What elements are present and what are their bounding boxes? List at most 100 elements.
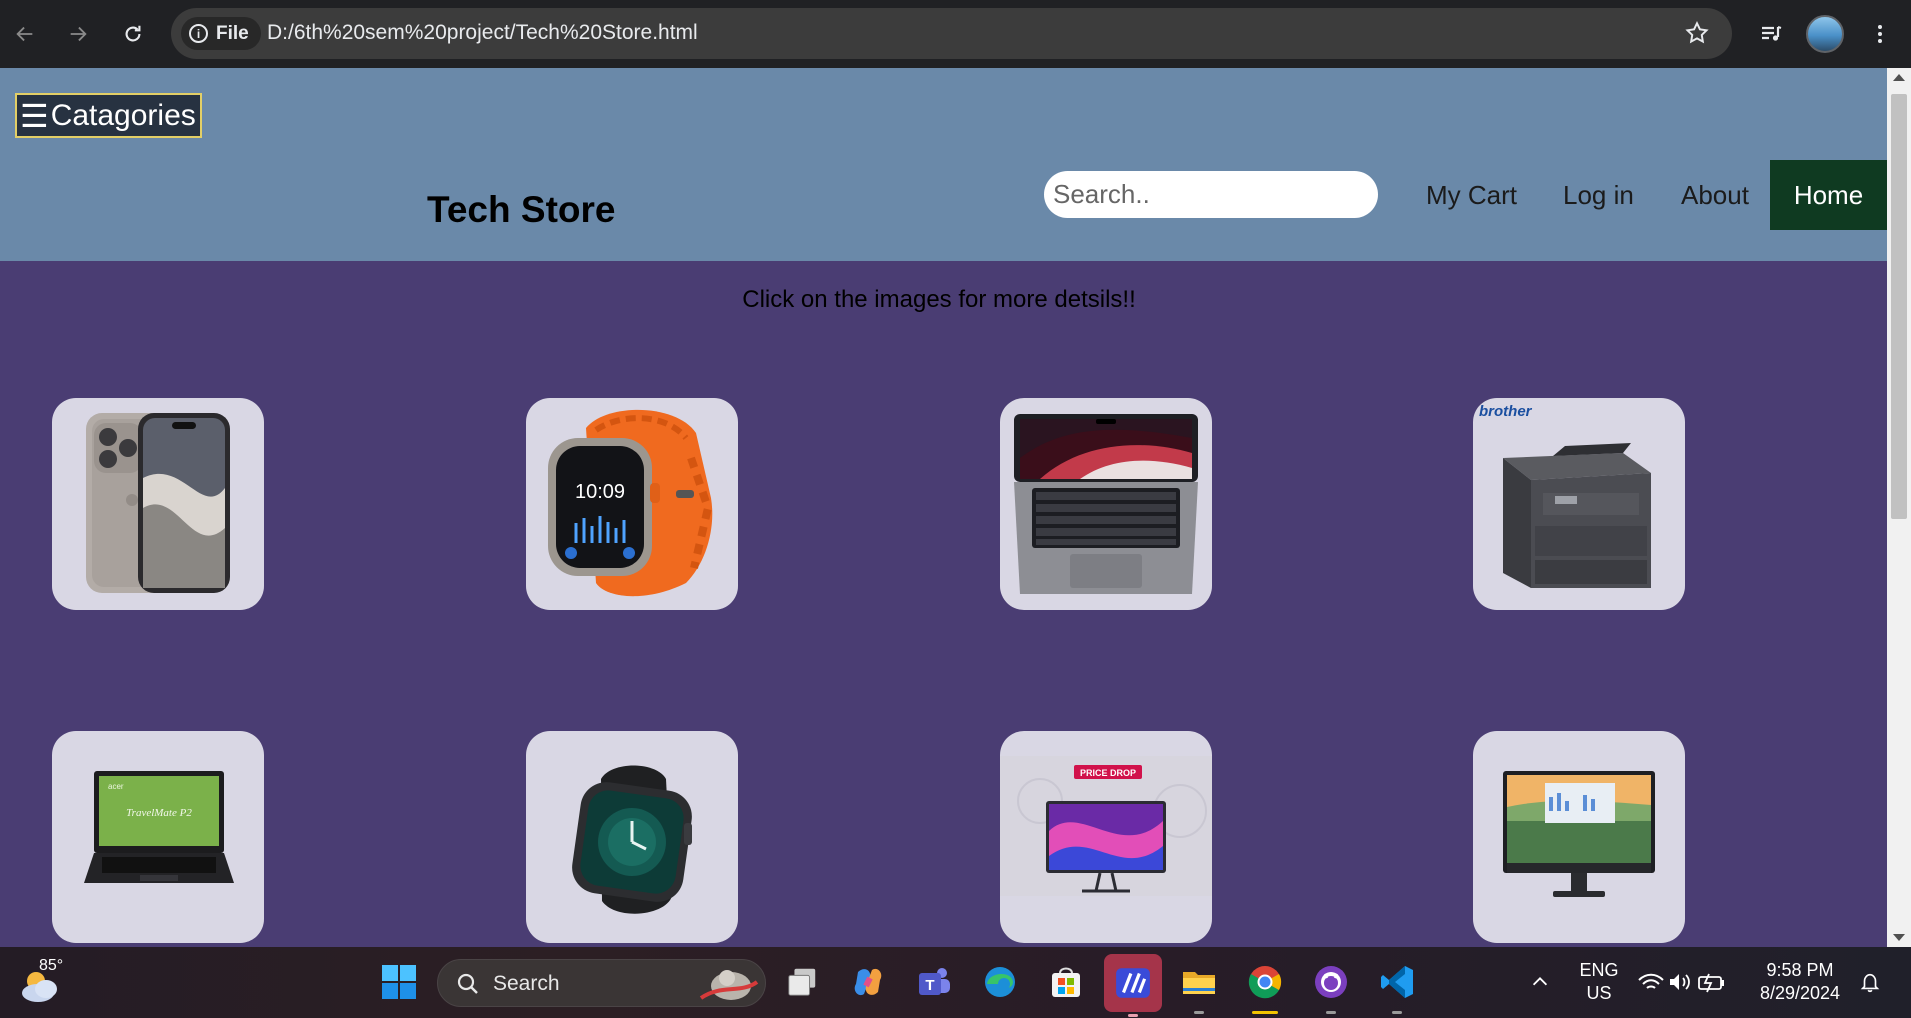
web-page: ☰ Catagories Tech Store My Cart Log in A… [0,68,1887,947]
scrollbar-thumb[interactable] [1891,94,1907,519]
microsoft-store-icon [1052,967,1080,997]
acer-laptop-image: acer TravelMate P2 [84,771,234,883]
store-button[interactable] [1043,959,1089,1005]
reading-list-button[interactable] [1751,14,1791,54]
profile-button[interactable] [1805,14,1845,54]
github-button[interactable] [1308,959,1354,1014]
volume-icon [1670,974,1679,990]
product-dell-monitor[interactable] [1473,731,1685,943]
iphone-image [86,413,230,593]
task-view-icon [788,968,816,996]
product-macbook[interactable] [1000,398,1212,610]
store-title: Tech Store [427,189,616,230]
bookmark-star-icon[interactable] [1684,20,1710,46]
search-input[interactable] [1044,171,1378,218]
copilot-button[interactable] [845,959,891,1005]
network-volume-battery[interactable] [1632,959,1732,1005]
active-indicator [1252,1011,1278,1014]
windows-taskbar: 85° Search T ENG US 9:58 PM 8/29/2024 [0,947,1911,1018]
product-brother-printer[interactable]: brother [1473,398,1685,610]
task-view-button[interactable] [779,959,825,1005]
taskbar-search[interactable]: Search [437,959,766,1007]
menu-button[interactable] [1860,14,1900,54]
chevron-up-icon [1532,977,1548,986]
app-logo-icon [1116,968,1150,998]
site-info-chip[interactable]: i File [181,17,261,50]
orange-band-watch-image: 10:09 [548,409,713,597]
running-indicator [1326,1011,1336,1014]
categories-label: Catagories [50,98,196,132]
brother-logo: brother [1479,403,1533,420]
notifications-button[interactable] [1850,959,1890,1005]
product-acer-laptop[interactable]: acer TravelMate P2 [52,731,264,943]
github-desktop-icon [1315,966,1347,998]
svg-text:10:09: 10:09 [575,481,625,503]
macbook-image [1014,414,1198,594]
windows-logo-icon [382,965,416,999]
active-indicator [1128,1014,1138,1017]
page-scrollbar[interactable] [1887,68,1911,947]
curved-monitor-image: PRICE DROP [1000,756,1212,896]
weather-temp: 85° [39,957,64,974]
scroll-up-arrow-icon[interactable] [1893,74,1905,81]
svg-text:T: T [925,977,934,994]
vscode-icon [1381,966,1413,998]
teams-button[interactable]: T [911,959,957,1005]
language-indicator[interactable]: ENG US [1570,959,1628,1005]
reload-button[interactable] [113,14,153,54]
product-smartwatch-black[interactable] [526,731,738,943]
url-text: D:/6th%20sem%20project/Tech%20Store.html [267,21,698,44]
start-button[interactable] [376,959,422,1005]
product-iphone[interactable] [52,398,264,610]
taskbar-search-label: Search [493,972,560,995]
file-explorer-button[interactable] [1176,959,1222,1014]
nav-log-in[interactable]: Log in [1563,180,1634,211]
address-bar[interactable]: i File D:/6th%20sem%20project/Tech%20Sto… [171,8,1732,59]
kebab-menu-icon [1878,25,1882,43]
clock-date: 8/29/2024 [1759,983,1841,1003]
copilot-icon [854,968,882,996]
forward-button[interactable] [58,14,98,54]
wifi-icon [1638,973,1664,989]
teams-icon: T [919,968,950,995]
edge-button[interactable] [977,959,1023,1005]
back-button[interactable] [5,14,45,54]
search-highlight-icon [699,970,759,1000]
product-monitor-price-drop[interactable]: PRICE DROP [1000,731,1212,943]
svg-text:acer: acer [108,782,124,791]
instruction-text: Click on the images for more detsils!! [742,286,1136,313]
bell-icon [1860,973,1880,993]
hamburger-icon: ☰ [20,97,49,134]
chrome-button[interactable] [1242,959,1288,1014]
browser-toolbar: i File D:/6th%20sem%20project/Tech%20Sto… [0,0,1911,68]
show-hidden-icons-button[interactable] [1517,959,1563,1005]
edge-icon [985,967,1015,997]
language-line1: ENG [1579,960,1619,980]
vscode-button[interactable] [1374,959,1420,1014]
language-line2: US [1586,983,1612,1003]
site-header: ☰ Catagories Tech Store My Cart Log in A… [0,68,1887,261]
nav-about[interactable]: About [1681,180,1749,211]
avatar [1806,15,1844,53]
clock[interactable]: 9:58 PM 8/29/2024 [1752,959,1848,1005]
reload-icon [125,25,141,42]
categories-button[interactable]: ☰ Catagories [15,93,202,138]
arrow-left-icon [16,26,33,42]
chrome-icon [1248,966,1282,999]
folder-icon [1183,972,1215,994]
nav-home[interactable]: Home [1770,160,1887,230]
running-indicator [1194,1011,1204,1014]
site-info-label: File [216,22,249,44]
weather-widget[interactable]: 85° [16,955,76,1011]
app-button-active[interactable] [1104,954,1162,1017]
clock-time: 9:58 PM [1766,960,1834,980]
media-queue-icon [1762,26,1782,41]
printer-image: brother [1479,403,1651,588]
dell-monitor-image [1503,771,1655,897]
nav-my-cart[interactable]: My Cart [1426,180,1517,211]
scroll-down-arrow-icon[interactable] [1893,934,1905,941]
info-icon: i [189,24,208,43]
price-drop-text: PRICE DROP [1080,768,1136,778]
product-smartwatch-orange[interactable]: 10:09 [526,398,738,610]
search-icon [457,973,478,994]
